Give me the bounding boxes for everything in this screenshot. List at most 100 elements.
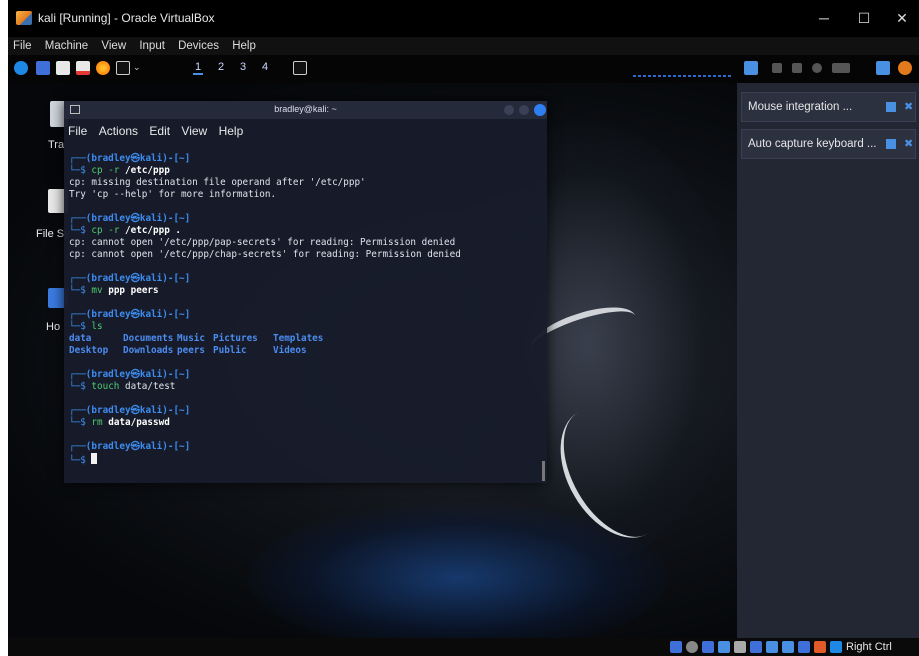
terminal-close-icon[interactable] [534,104,546,116]
workspace-4[interactable]: 4 [262,61,268,73]
close-icon[interactable]: ✖ [904,137,914,150]
workspace-3[interactable]: 3 [240,61,246,73]
cmd-name: touch [91,381,120,392]
prompt-symbol: └─$ [69,285,86,296]
command-line: └─$ [69,453,539,466]
output-line: cp: cannot open '/etc/ppp/pap-secrets' f… [69,237,456,248]
kali-menu-icon[interactable] [14,61,28,75]
notification-mouse-integration[interactable]: Mouse integration ... ✖ [741,92,916,122]
firefox-icon[interactable] [96,61,110,75]
terminal-menu-bar: File Actions Edit View Help [64,119,547,143]
cmd-arg: peers [130,285,159,296]
mouse-icon[interactable] [814,641,826,653]
cmd-name: rm [91,417,103,428]
terminal-window[interactable]: bradley@kali: ~ File Actions Edit View H… [64,101,547,483]
text-cursor [91,453,98,464]
prompt-symbol: └─$ [69,455,86,466]
prompt-line: ┌──(bradley㉿kali)-[~] [69,405,191,416]
info-icon[interactable] [886,139,896,149]
panel-tray-icon[interactable] [744,61,758,75]
maximize-button[interactable]: ☐ [852,8,876,28]
minimize-button[interactable]: ─ [812,8,836,28]
prompt-line: ┌──(bradley㉿kali)-[~] [69,213,191,224]
file-manager-icon[interactable] [56,61,70,75]
command-line: └─$ cp -r /etc/ppp [69,165,539,177]
guest-desktop: Tra File Sy Ho bradley@kali: ~ File Acti… [8,83,738,653]
terminal-output[interactable]: ┌──(bradley㉿kali)-[~] └─$ cp -r /etc/ppp… [69,153,539,466]
terminal-menu-help[interactable]: Help [215,119,248,143]
ls-entry: Videos [273,345,307,356]
ls-entry: Music [177,333,205,344]
terminal-menu-actions[interactable]: Actions [95,119,142,143]
cmd-flag: -r [108,225,120,236]
cmd-name: cp [91,165,103,176]
notification-auto-capture[interactable]: Auto capture keyboard ... ✖ [741,129,916,159]
menu-devices[interactable]: Devices [173,37,224,55]
ls-entry: Downloads [123,345,174,356]
workspace-1[interactable]: 1 [193,61,204,75]
audio-icon[interactable] [702,641,714,653]
terminal-menu-file[interactable]: File [64,119,91,143]
cmd-arg: /etc/ppp [125,225,170,236]
cmd-flag: -r [108,165,120,176]
terminal-menu-view[interactable]: View [177,119,211,143]
display-icon[interactable] [766,641,778,653]
ls-entry: data [69,333,92,344]
output-line: Try 'cp --help' for more information. [69,189,277,200]
tray-status-icon [876,61,890,75]
notification-text: Mouse integration ... [748,101,853,113]
workspace-2[interactable]: 2 [218,61,224,73]
cpu-icon[interactable] [798,641,810,653]
command-line: └─$ touch data/test [69,381,539,393]
terminal-minimize-icon[interactable] [504,105,514,115]
text-editor-icon[interactable] [76,61,90,75]
menu-view[interactable]: View [96,37,131,55]
optical-drive-icon[interactable] [686,641,698,653]
keyboard-icon[interactable] [830,641,842,653]
cmd-arg: . [175,225,182,236]
menu-input[interactable]: Input [134,37,170,55]
shared-folders-icon[interactable] [750,641,762,653]
ls-entry: Public [213,345,247,356]
tray-clock-icon [832,63,850,73]
terminal-task-icon[interactable] [293,61,307,75]
network-icon[interactable] [718,641,730,653]
show-desktop-icon[interactable] [36,61,50,75]
terminal-maximize-icon[interactable] [519,105,529,115]
host-key-label: Right Ctrl [846,641,892,653]
menu-machine[interactable]: Machine [40,37,93,55]
cmd-name: ls [91,321,103,332]
virtualbox-app-icon [16,11,32,25]
cmd-name: cp [91,225,103,236]
terminal-title-bar[interactable]: bradley@kali: ~ [64,101,547,119]
cmd-arg: data/passwd [108,417,170,428]
prompt-line: ┌──(bradley㉿kali)-[~] [69,309,191,320]
ls-output-row: Desktop Downloads peers Public Videos [69,345,539,357]
tray-network-icon [772,63,782,73]
title-bar: kali [Running] - Oracle VirtualBox ─ ☐ ✕ [8,0,919,37]
hard-disk-icon[interactable] [670,641,682,653]
terminal-menu-edit[interactable]: Edit [145,119,174,143]
recording-icon[interactable] [782,641,794,653]
window-title: kali [Running] - Oracle VirtualBox [38,11,215,25]
desktop-trash-label[interactable]: Tra [48,139,64,151]
info-icon[interactable] [886,102,896,112]
menu-help[interactable]: Help [227,37,261,55]
close-button[interactable]: ✕ [890,8,914,28]
ls-entry: Desktop [69,345,109,356]
desktop-home-label[interactable]: Ho [46,321,60,333]
notification-panel: Mouse integration ... ✖ Auto capture key… [737,83,919,638]
tray-power-icon[interactable] [898,61,912,75]
terminal-launcher-icon[interactable] [116,61,130,75]
prompt-line: ┌──(bradley㉿kali)-[~] [69,273,191,284]
cmd-arg: ppp [108,285,126,296]
ls-output-row: data Documents Music Pictures Templates [69,333,539,345]
chevron-down-icon[interactable]: ⌄ [133,62,141,76]
terminal-scrollbar[interactable] [542,461,545,481]
usb-icon[interactable] [734,641,746,653]
cmd-arg: data/test [125,381,176,392]
tray-notification-icon [792,63,802,73]
close-icon[interactable]: ✖ [904,100,914,113]
menu-file[interactable]: File [8,37,37,55]
command-line: └─$ rm data/passwd [69,417,539,429]
